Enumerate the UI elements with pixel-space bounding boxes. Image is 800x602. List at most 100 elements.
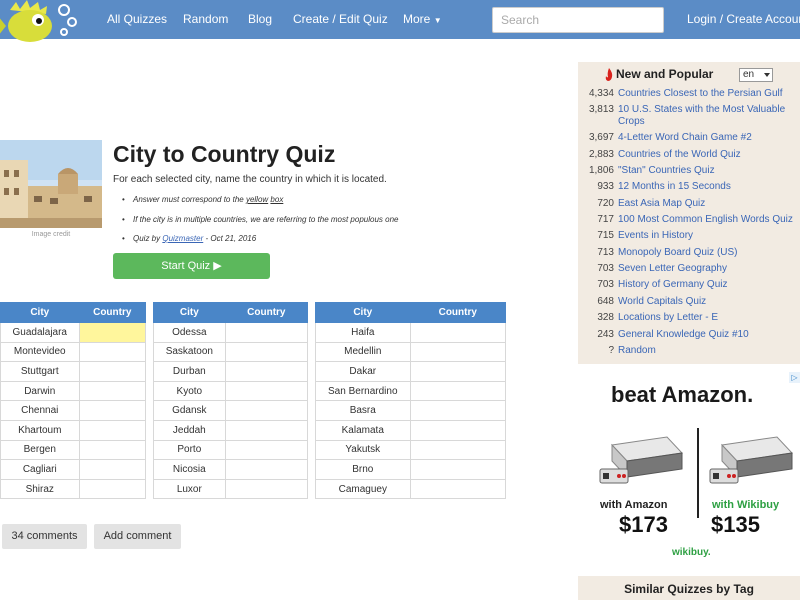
nav-login-create-account[interactable]: Login / Create Account — [687, 12, 800, 26]
table-row: Montevideo — [0, 341, 147, 363]
add-comment-button[interactable]: Add comment — [94, 524, 181, 549]
country-answer-cell[interactable] — [409, 439, 507, 461]
table-row: Durban — [153, 361, 309, 382]
quiz-link[interactable]: Crops — [618, 114, 645, 130]
new-popular-title: New and Popular — [616, 67, 714, 81]
table-row: Shiraz — [0, 478, 147, 500]
quiz-link[interactable]: Locations by Letter - E — [618, 310, 718, 326]
country-answer-cell[interactable] — [78, 459, 147, 480]
rule-yellow-word: yellow — [245, 195, 269, 204]
city-cell: Gdansk — [153, 400, 226, 421]
author-link[interactable]: Quizmaster — [162, 234, 203, 243]
country-answer-cell[interactable] — [78, 361, 147, 382]
country-answer-cell[interactable] — [224, 419, 309, 441]
country-answer-cell[interactable] — [78, 419, 147, 441]
col-country: Country — [224, 302, 309, 323]
advertisement[interactable]: ▷ beat Amazon. with Amazon with Wikibuy … — [587, 370, 800, 565]
nav-blog[interactable]: Blog — [248, 12, 272, 26]
country-answer-cell[interactable] — [78, 322, 147, 343]
quiz-description: For each selected city, name the country… — [113, 174, 387, 185]
quiz-link[interactable]: 4-Letter Word Chain Game #2 — [618, 130, 752, 146]
country-answer-cell[interactable] — [78, 400, 147, 421]
city-cell: Dakar — [315, 361, 411, 382]
quiz-link[interactable]: World Capitals Quiz — [618, 294, 706, 310]
nav-random[interactable]: Random — [183, 12, 228, 26]
fish-logo-icon[interactable] — [0, 0, 90, 50]
city-table-3: City Country Haifa Medellin Dakar San Bernar… — [315, 302, 507, 500]
city-cell: Haifa — [315, 322, 411, 343]
quiz-byline: Quiz by Quizmaster - Oct 21, 2016 — [122, 233, 398, 253]
country-answer-cell[interactable] — [409, 380, 507, 402]
comments-button[interactable]: 34 comments — [2, 524, 87, 549]
quiz-play-count: 717 — [597, 214, 614, 225]
country-answer-cell[interactable] — [409, 341, 507, 363]
quiz-link[interactable]: Random — [618, 343, 656, 359]
quiz-link[interactable]: Countries of the World Quiz — [618, 147, 741, 163]
city-cell: San Bernardino — [315, 380, 411, 402]
country-answer-cell[interactable] — [224, 341, 309, 363]
list-item: 3,697 4-Letter Word Chain Game #2 — [578, 130, 800, 146]
quiz-link[interactable]: 100 Most Common English Words Quiz — [618, 212, 793, 228]
country-answer-cell[interactable] — [409, 322, 507, 343]
quiz-play-count: 1,806 — [588, 165, 614, 176]
image-credit[interactable]: Image credit — [0, 231, 102, 238]
quiz-link[interactable]: Events in History — [618, 228, 693, 244]
country-answer-cell[interactable] — [78, 439, 147, 461]
country-answer-cell[interactable] — [409, 419, 507, 441]
nes-console-icon — [599, 436, 684, 484]
country-answer-cell[interactable] — [78, 380, 147, 402]
country-answer-cell[interactable] — [224, 361, 309, 382]
country-answer-cell[interactable] — [78, 478, 147, 500]
ad-choices-icon[interactable]: ▷ — [789, 372, 800, 383]
country-answer-cell[interactable] — [224, 400, 309, 421]
list-item: 720 East Asia Map Quiz — [578, 196, 800, 212]
start-quiz-button[interactable]: Start Quiz ▶ — [113, 253, 270, 279]
city-table-1: City Country Guadalajara Montevideo Stuttga… — [0, 302, 147, 500]
quiz-play-count: 713 — [597, 247, 614, 258]
table-row: Odessa — [153, 322, 309, 343]
city-cell: Durban — [153, 361, 226, 382]
list-item: Crops — [578, 114, 800, 130]
quiz-link[interactable]: General Knowledge Quiz #10 — [618, 327, 749, 343]
country-answer-cell[interactable] — [224, 478, 309, 500]
city-cell: Kalamata — [315, 419, 411, 441]
country-answer-cell[interactable] — [224, 380, 309, 402]
list-item: 2,883 Countries of the World Quiz — [578, 147, 800, 163]
language-value: en — [743, 69, 755, 80]
start-quiz-label: Start Quiz — [161, 260, 211, 272]
quiz-link[interactable]: Countries Closest to the Persian Gulf — [618, 86, 783, 102]
city-cell: Bergen — [0, 439, 80, 461]
country-answer-cell[interactable] — [224, 322, 309, 343]
quiz-link[interactable]: East Asia Map Quiz — [618, 196, 705, 212]
table-row: San Bernardino — [315, 380, 507, 402]
language-select[interactable]: en — [739, 68, 773, 82]
list-item: 1,806 "Stan" Countries Quiz — [578, 163, 800, 179]
city-cell: Khartoum — [0, 419, 80, 441]
col-city: City — [0, 302, 80, 323]
list-item: 648 World Capitals Quiz — [578, 294, 800, 310]
list-item: 703 Seven Letter Geography — [578, 261, 800, 277]
quiz-link[interactable]: Seven Letter Geography — [618, 261, 727, 277]
country-answer-cell[interactable] — [224, 459, 309, 480]
nav-all-quizzes[interactable]: All Quizzes — [107, 12, 167, 26]
country-answer-cell[interactable] — [78, 341, 147, 363]
quiz-link[interactable]: 12 Months in 15 Seconds — [618, 179, 731, 195]
table-row: Kyoto — [153, 380, 309, 402]
country-answer-cell[interactable] — [409, 361, 507, 382]
ad-wikibuy-price: $135 — [711, 512, 760, 537]
country-answer-cell[interactable] — [409, 400, 507, 421]
quiz-link[interactable]: Monopoly Board Quiz (US) — [618, 245, 738, 261]
quiz-link[interactable]: History of Germany Quiz — [618, 277, 727, 293]
quiz-link[interactable]: "Stan" Countries Quiz — [618, 163, 715, 179]
city-table-2: City Country Odessa Saskatoon Durban Kyoto Gd… — [153, 302, 309, 500]
search-input[interactable] — [492, 7, 664, 33]
nav-create-edit-quiz[interactable]: Create / Edit Quiz — [293, 12, 388, 26]
ad-amazon-label: with Amazon — [600, 499, 668, 511]
country-answer-cell[interactable] — [224, 439, 309, 461]
quiz-play-count: 720 — [597, 198, 614, 209]
country-answer-cell[interactable] — [409, 478, 507, 500]
country-answer-cell[interactable] — [409, 459, 507, 480]
table-row: Khartoum — [0, 419, 147, 441]
nav-more[interactable]: More ▼ — [403, 12, 442, 26]
ad-brand: wikibuy. — [672, 547, 711, 558]
